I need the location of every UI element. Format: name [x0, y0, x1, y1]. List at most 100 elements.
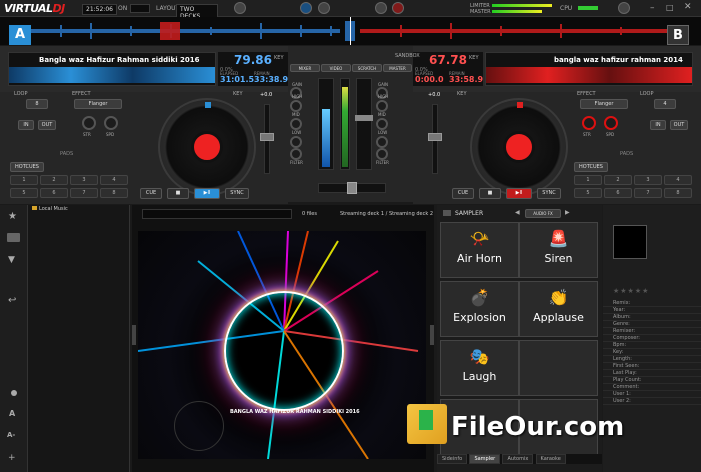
mixer-volume-b[interactable] [355, 78, 373, 170]
deck-a-sync-button[interactable]: SYNC [225, 188, 249, 199]
monitor-icon[interactable] [7, 233, 20, 242]
deck-b-cue-button[interactable]: CUE [452, 188, 474, 199]
deck-b-pad[interactable]: 4 [664, 175, 692, 185]
minimize-icon[interactable]: – [650, 3, 655, 13]
sampler-pad[interactable]: 🚨 Siren [519, 222, 598, 278]
deck-a-effect-select[interactable]: Flanger [74, 99, 122, 109]
add-icon[interactable]: + [8, 453, 16, 463]
sampler-pad[interactable]: 👏 Applause [519, 281, 598, 337]
deck-a-effect-knob-1[interactable] [82, 116, 96, 130]
cue-icon[interactable] [318, 2, 330, 14]
deck-b-sync-button[interactable]: SYNC [537, 188, 561, 199]
deck-b-jogwheel[interactable] [470, 98, 568, 196]
deck-b-effect-knob-2[interactable] [604, 116, 618, 130]
deck-a-jogwheel[interactable] [158, 98, 256, 196]
mixer-mid-b-knob[interactable] [376, 118, 388, 130]
sampler-pad[interactable]: 🎭 Laugh [440, 340, 519, 396]
mixer-filter-b-knob[interactable] [376, 148, 388, 160]
tree-item[interactable]: Local Music [32, 206, 129, 212]
settings-icon[interactable] [234, 2, 246, 14]
deck-a-loop-in[interactable]: IN [18, 120, 34, 130]
deck-b-key[interactable]: KEY [469, 55, 479, 61]
deck-a-loop-size[interactable]: 8 [26, 99, 48, 109]
deck-a-sync-icon[interactable] [300, 2, 312, 14]
deck-b-pitch-handle[interactable] [428, 133, 442, 141]
filter-icon[interactable]: ▼ [8, 255, 15, 265]
deck-b-pad[interactable]: 1 [574, 175, 602, 185]
deck-a-pad[interactable]: 3 [70, 175, 98, 185]
star-icon[interactable]: ★ [8, 211, 17, 222]
deck-a-effect-knob-2[interactable] [104, 116, 118, 130]
waveform-overview[interactable] [0, 17, 701, 45]
mixer-high-b-knob[interactable] [376, 100, 388, 112]
next-icon[interactable]: ▶ [565, 209, 570, 216]
tab-mixer[interactable]: MIXER [290, 64, 320, 72]
deck-b-pad[interactable]: 2 [604, 175, 632, 185]
tab-video[interactable]: VIDEO [321, 64, 351, 72]
mixer-low-a-knob[interactable] [290, 136, 302, 148]
on-toggle[interactable] [130, 4, 150, 13]
deck-b-pad[interactable]: 5 [574, 188, 602, 198]
deck-b-pitch-slider[interactable] [428, 104, 442, 174]
deck-b-sync-icon[interactable] [392, 2, 404, 14]
deck-b-play-button[interactable]: ▶II [506, 188, 532, 199]
mixer-high-a-knob[interactable] [290, 100, 302, 112]
crossfader[interactable] [318, 182, 386, 194]
back-icon[interactable]: ↩ [8, 295, 16, 306]
sampler-mode-select[interactable]: AUDIO FX [525, 209, 561, 218]
mixer-filter-a-knob[interactable] [290, 148, 302, 160]
left-panel-handle[interactable] [132, 325, 136, 345]
deck-a-pad[interactable]: 7 [70, 188, 98, 198]
rating-stars[interactable]: ★★★★★ [613, 287, 649, 295]
deck-a-pitch-handle[interactable] [260, 133, 274, 141]
deck-a-pad[interactable]: 2 [40, 175, 68, 185]
deck-b-pad[interactable]: 3 [634, 175, 662, 185]
close-icon[interactable]: ✕ [684, 2, 692, 12]
deck-b-letter[interactable]: B [667, 25, 689, 45]
deck-a-stop-button[interactable]: ■ [167, 188, 189, 199]
deck-b-effect-knob-1[interactable] [582, 116, 596, 130]
record-icon[interactable] [375, 2, 387, 14]
deck-b-loop-size[interactable]: 4 [654, 99, 676, 109]
mixer-volume-a[interactable] [318, 78, 334, 170]
deck-a-loop-out[interactable]: OUT [38, 120, 56, 130]
deck-a-waveform[interactable] [9, 67, 215, 83]
deck-a-letter[interactable]: A [9, 25, 31, 45]
deck-b-track-panel[interactable]: bangla waz hafizur rahman 2014 [485, 52, 693, 86]
mixer-volume-b-handle[interactable] [355, 115, 373, 121]
tab-master[interactable]: MASTER [383, 64, 412, 72]
dot-icon[interactable] [11, 390, 17, 396]
deck-a-pad[interactable]: 1 [10, 175, 38, 185]
sampler-empty-pad[interactable] [519, 340, 598, 396]
gear-icon[interactable] [618, 2, 630, 14]
sampler-pad[interactable]: 💣 Explosion [440, 281, 519, 337]
deck-b-pad[interactable]: 6 [604, 188, 632, 198]
deck-a-track-panel[interactable]: Bangla waz Hafizur Rahman siddiki 2016 [8, 52, 216, 86]
deck-b-waveform[interactable] [486, 67, 692, 83]
sandbox-label[interactable]: SANDBOX [395, 53, 420, 59]
deck-a-pad[interactable]: 8 [100, 188, 128, 198]
maximize-icon[interactable]: □ [666, 3, 674, 12]
deck-a-hotcues[interactable]: HOTCUES [10, 162, 44, 172]
deck-a-play-button[interactable]: ▶II [194, 188, 220, 199]
crossfader-handle[interactable] [347, 182, 357, 194]
deck-a-pitch-slider[interactable] [260, 104, 274, 174]
deck-b-loop-out[interactable]: OUT [670, 120, 688, 130]
mixer-mid-a-knob[interactable] [290, 118, 302, 130]
tab-scratch[interactable]: SCRATCH [352, 64, 382, 72]
deck-b-loop-in[interactable]: IN [650, 120, 666, 130]
right-panel-handle[interactable] [430, 325, 434, 345]
deck-a-pad[interactable]: 4 [100, 175, 128, 185]
deck-a-pad[interactable]: 5 [10, 188, 38, 198]
deck-a-pad[interactable]: 6 [40, 188, 68, 198]
deck-b-effect-select[interactable]: Flanger [580, 99, 628, 109]
sampler-grid-icon[interactable] [443, 210, 451, 216]
mixer-low-b-knob[interactable] [376, 136, 388, 148]
deck-a-cue-button[interactable]: CUE [140, 188, 162, 199]
deck-b-key-button[interactable]: KEY [457, 91, 467, 97]
font-size-icon[interactable]: A [9, 409, 15, 418]
sampler-pad[interactable]: 📯 Air Horn [440, 222, 519, 278]
font-size-small-icon[interactable]: A- [7, 431, 15, 439]
prev-icon[interactable]: ◀ [515, 209, 520, 216]
deck-a-key[interactable]: KEY [274, 55, 284, 61]
